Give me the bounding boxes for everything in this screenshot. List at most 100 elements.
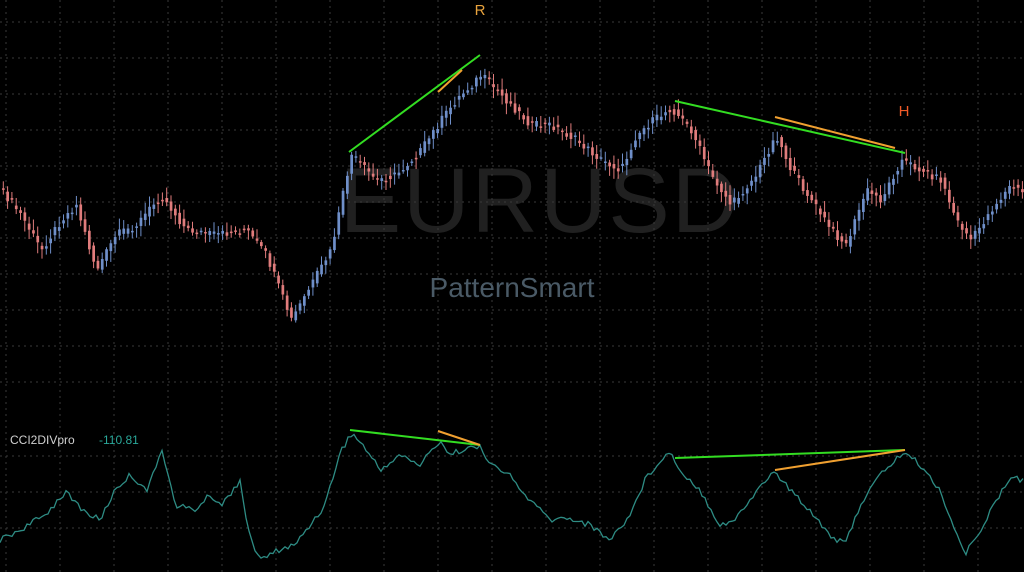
candle-down — [238, 233, 242, 235]
candle-down — [793, 165, 796, 171]
candle-down — [956, 212, 960, 221]
candle-down — [204, 231, 207, 234]
candle-up — [659, 116, 663, 121]
candle-down — [608, 162, 611, 167]
candle-down — [784, 145, 788, 160]
candle-up — [625, 158, 629, 166]
candle-up — [70, 212, 74, 215]
candle-down — [492, 84, 495, 88]
candle-up — [887, 182, 891, 195]
candle-down — [552, 126, 556, 130]
candle-up — [298, 303, 302, 311]
candle-up — [776, 141, 779, 143]
candle-up — [475, 77, 478, 87]
candle-up — [741, 193, 745, 196]
candle-down — [251, 230, 255, 237]
candle-down — [1021, 189, 1024, 193]
candle-up — [380, 178, 384, 181]
candle-up — [49, 238, 52, 244]
candle-up — [294, 311, 298, 321]
candle-down — [358, 161, 362, 163]
candle-down — [539, 126, 543, 128]
candle-down — [612, 164, 616, 169]
candle-up — [212, 231, 216, 234]
candle-down — [797, 175, 801, 178]
candle-up — [105, 249, 108, 261]
candle-down — [969, 234, 973, 240]
candle-up — [423, 141, 427, 153]
candle-up — [1003, 191, 1007, 199]
candle-up — [758, 164, 762, 178]
candle-up — [457, 95, 461, 100]
candle-up — [483, 74, 487, 79]
candle-down — [720, 183, 723, 193]
candle-down — [926, 170, 930, 172]
candle-up — [466, 90, 470, 93]
candle-down — [92, 245, 95, 262]
candle-down — [165, 198, 169, 203]
candle-down — [255, 238, 259, 241]
candle-down — [376, 178, 379, 180]
candle-down — [389, 175, 392, 180]
candle-up — [973, 230, 977, 239]
candle-up — [57, 227, 61, 231]
candle-down — [702, 146, 706, 160]
candle-down — [836, 230, 839, 240]
candle-down — [191, 228, 194, 233]
candle-down — [952, 203, 955, 213]
candle-up — [75, 204, 78, 208]
candle-down — [513, 103, 517, 113]
candle-down — [161, 199, 164, 202]
candle-down — [277, 275, 280, 284]
candle-down — [840, 236, 844, 242]
candle-up — [651, 117, 654, 124]
candle-up — [745, 188, 749, 194]
candle-down — [268, 253, 272, 267]
candle-up — [763, 157, 766, 165]
candle-down — [487, 77, 491, 80]
candle-up — [453, 105, 457, 107]
candle-down — [36, 235, 40, 243]
candle-down — [496, 89, 500, 92]
candle-up — [148, 206, 151, 217]
candle-down — [14, 205, 18, 210]
candle-down — [290, 307, 293, 318]
candle-up — [883, 194, 887, 202]
candle-down — [543, 122, 547, 125]
candle-up — [436, 129, 439, 134]
candle-down — [844, 239, 848, 244]
candle-down — [169, 201, 173, 211]
candle-down — [174, 208, 177, 216]
candle-down — [83, 219, 87, 232]
candle-up — [866, 188, 869, 201]
candle-up — [217, 233, 220, 235]
candle-down — [79, 204, 83, 221]
candle-up — [427, 138, 431, 145]
candle-down — [186, 225, 190, 229]
candle-up — [113, 237, 117, 245]
candle-down — [23, 212, 27, 221]
candle-up — [733, 197, 736, 203]
candle-up — [53, 227, 57, 236]
candle-up — [440, 115, 444, 128]
candle-up — [122, 228, 126, 234]
candle-down — [685, 121, 689, 124]
candle-down — [715, 178, 719, 186]
chart-canvas[interactable]: EURUSD PatternSmart R H CCI2DIVpro -110.… — [0, 0, 1024, 572]
candle-up — [647, 127, 650, 130]
candle-up — [935, 174, 938, 176]
candle-up — [470, 87, 474, 90]
candle-up — [853, 219, 857, 235]
candle-up — [341, 190, 345, 215]
candle-down — [414, 157, 418, 160]
candle-up — [397, 172, 401, 176]
candle-down — [509, 101, 513, 104]
candle-up — [479, 76, 482, 80]
candle-down — [806, 190, 809, 196]
candle-up — [986, 214, 990, 221]
candle-down — [27, 223, 31, 230]
candle-down — [40, 245, 44, 250]
candle-up — [221, 230, 224, 234]
candle-up — [354, 156, 358, 158]
candle-down — [930, 174, 934, 180]
